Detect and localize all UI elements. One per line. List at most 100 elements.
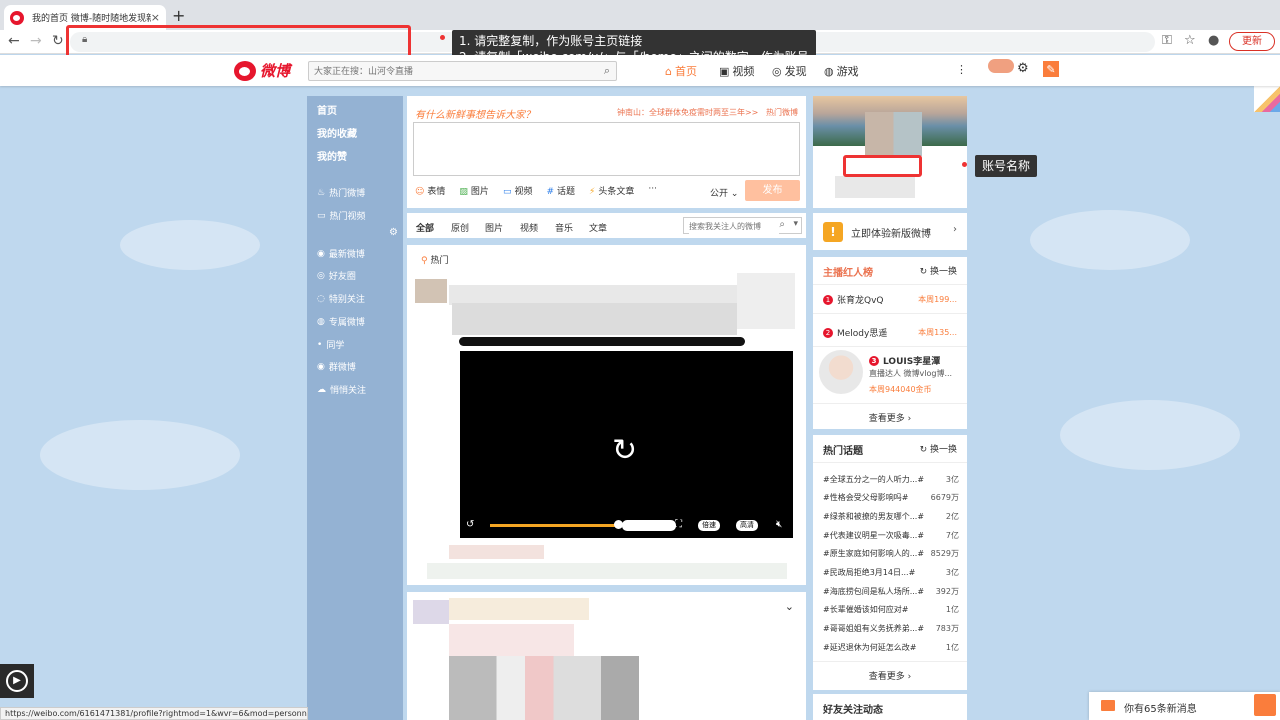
refresh-icon: ↻	[919, 445, 928, 455]
back-arrow-icon[interactable]: ←	[8, 33, 20, 49]
emoji-tool[interactable]: ☺ 表情	[415, 184, 445, 197]
weibo-search-input[interactable]	[314, 64, 584, 78]
article-tool[interactable]: ⚡ 头条文章	[589, 184, 634, 197]
publish-button[interactable]: 发布	[745, 180, 800, 201]
forward-arrow-icon[interactable]: →	[30, 33, 42, 49]
visibility-dropdown[interactable]: 公开 ⌄	[710, 186, 738, 199]
topics-more-link[interactable]: 查看更多 ›	[813, 669, 967, 682]
skin-corner-icon[interactable]	[1254, 86, 1280, 112]
new-messages-popup[interactable]: 你有65条新消息	[1089, 692, 1280, 720]
tab-videos[interactable]: 视频	[520, 221, 538, 234]
publisher-slogan: 有什么新鲜事想告诉大家？	[415, 110, 535, 121]
nav-game[interactable]: ◍ 游戏	[824, 63, 859, 79]
search-icon[interactable]: ⌕	[779, 219, 785, 230]
feed-search[interactable]: ⌕ ▾	[683, 217, 802, 234]
image-tool[interactable]: ▨ 图片	[459, 184, 489, 197]
feed-post: ⚲ 热门 ↻ ↺ ⛶ 倍速 高清 🔇︎	[407, 245, 806, 585]
compose-icon[interactable]: ✎	[1043, 61, 1059, 77]
anchor-more-link[interactable]: 查看更多 ›	[813, 411, 967, 424]
anchor-row[interactable]: 2 Melody思遥 本周135...	[823, 326, 957, 339]
sidebar-item-hot-weibo[interactable]: ♨ 热门微博	[317, 186, 365, 200]
chevron-down-icon[interactable]: ⌄	[785, 600, 794, 613]
topic-row[interactable]: #长辈催婚该如何应对# 1亿	[823, 604, 959, 615]
topic-count: 6679万	[930, 493, 959, 502]
video-tool[interactable]: ▭ 视频	[503, 184, 533, 197]
search-icon[interactable]: ⌕	[604, 64, 610, 78]
fullscreen-icon[interactable]: ⛶	[675, 519, 682, 530]
tab-images[interactable]: 图片	[485, 221, 503, 234]
new-version-card[interactable]: ! 立即体验新版微博 ›	[813, 213, 967, 250]
anchor-avatar[interactable]	[819, 350, 863, 394]
replay-small-icon[interactable]: ↺	[466, 519, 474, 530]
hot-tip-link[interactable]: 钟南山：全球群体免疫需时两至三年>>	[617, 108, 758, 117]
topics-refresh-button[interactable]: ↻ 换一换	[920, 442, 957, 455]
topic-row[interactable]: #原生家庭如何影响人的...# 8529万	[823, 548, 959, 559]
more-dots-icon[interactable]: ⋮	[956, 63, 967, 76]
sidebar-item-classmates[interactable]: • 同学	[317, 338, 344, 352]
video-label: 视频	[514, 187, 533, 197]
anchor-refresh-button[interactable]: ↻ 换一换	[920, 264, 957, 277]
replay-icon[interactable]: ↻	[612, 433, 637, 468]
tab-close-icon[interactable]: ×	[151, 11, 160, 24]
feed-search-input[interactable]	[689, 219, 779, 234]
sidebar-item-groups[interactable]: ◉ 群微博	[317, 360, 356, 374]
settings-gear-icon[interactable]: ⚙	[389, 227, 398, 238]
topic-row[interactable]: #哥哥姐姐有义务抚养弟...# 783万	[823, 623, 959, 634]
weibo-logo[interactable]: 微博	[234, 60, 290, 81]
nav-discover[interactable]: ◎ 发现	[772, 63, 807, 79]
more-tools[interactable]: ···	[648, 184, 657, 197]
weibo-search-box[interactable]: ⌕	[308, 61, 617, 81]
browser-update-button[interactable]: 更新	[1229, 32, 1275, 51]
publisher-textarea[interactable]	[413, 122, 800, 176]
sidebar-item-exclusive[interactable]: ◍ 专属微博	[317, 315, 365, 329]
profile-avatar-blur[interactable]	[865, 112, 922, 156]
chat-icon[interactable]	[1254, 694, 1276, 716]
tab-original[interactable]: 原创	[451, 221, 469, 234]
nav-home[interactable]: ⌂ 首页	[665, 63, 697, 79]
tab-articles[interactable]: 文章	[589, 221, 607, 234]
sidebar-item-label: 最新微博	[328, 250, 365, 260]
sidebar-item-home[interactable]: 首页	[317, 102, 337, 117]
topic-row[interactable]: #性格会受父母影响吗# 6679万	[823, 492, 959, 503]
user-avatar-icon[interactable]	[988, 59, 1014, 73]
topic-row[interactable]: #延迟退休为何延怎么改# 1亿	[823, 642, 959, 653]
sidebar-item-likes[interactable]: 我的赞	[317, 148, 347, 163]
key-icon[interactable]: ⚿	[1162, 33, 1172, 48]
floating-player[interactable]: ▶	[0, 664, 34, 698]
hot-topics-card: 热门话题 ↻ 换一换 #全球五分之一的人听力...# 3亿 #性格会受父母影响吗#…	[813, 435, 967, 690]
tab-music[interactable]: 音乐	[555, 221, 573, 234]
sidebar-item-special[interactable]: ◌ 特别关注	[317, 292, 365, 306]
nav-video[interactable]: ▣ 视频	[719, 63, 754, 79]
anchor-row[interactable]: 1 张育龙QvQ 本周199...	[823, 293, 957, 306]
sidebar-item-latest[interactable]: ◉ 最新微博	[317, 247, 365, 261]
refresh-label: 换一换	[929, 267, 957, 277]
mute-icon[interactable]: 🔇︎	[776, 519, 782, 530]
profile-card	[813, 96, 967, 208]
sidebar-item-secret[interactable]: ☁ 悄悄关注	[317, 383, 366, 397]
topic-row[interactable]: #绿茶和被撩的男友哪个...# 2亿	[823, 511, 959, 522]
quality-button[interactable]: 高清	[736, 520, 758, 531]
profile-avatar-icon[interactable]: ●	[1208, 33, 1219, 48]
topic-row[interactable]: #民政局拒绝3月14日...# 3亿	[823, 567, 959, 578]
topic-row[interactable]: #海底捞包间是私人场所...# 392万	[823, 586, 959, 597]
bookmark-star-icon[interactable]: ☆	[1184, 33, 1196, 48]
new-tab-icon[interactable]: +	[172, 6, 185, 25]
topic-tool[interactable]: # 话题	[546, 184, 575, 197]
refresh-label: 换一换	[929, 445, 957, 455]
url-highlight-box	[66, 25, 411, 59]
video-progress-bar[interactable]	[490, 524, 620, 527]
reload-icon[interactable]: ↻	[52, 33, 64, 49]
anchor-ranking-card: 主播红人榜 ↻ 换一换 1 张育龙QvQ 本周199... 2 Melody思遥…	[813, 257, 967, 429]
sidebar-item-favorites[interactable]: 我的收藏	[317, 125, 357, 140]
sidebar-item-friends[interactable]: ◎ 好友圈	[317, 269, 356, 283]
settings-gear-icon[interactable]: ⚙	[1017, 61, 1029, 76]
topic-row[interactable]: #代表建议明星一次吸毒...# 7亿	[823, 530, 959, 541]
anchor-featured-name[interactable]: 3 LOUIS李星潭	[869, 354, 940, 367]
sidebar-item-hot-video[interactable]: ▭ 热门视频	[317, 209, 366, 223]
chevron-down-icon[interactable]: ▾	[793, 219, 798, 229]
hot-weibo-link[interactable]: 热门微博	[766, 108, 798, 117]
speed-button[interactable]: 倍速	[698, 520, 720, 531]
topic-row[interactable]: #全球五分之一的人听力...# 3亿	[823, 474, 959, 485]
tab-all[interactable]: 全部	[416, 221, 434, 234]
video-player[interactable]: ↻ ↺ ⛶ 倍速 高清 🔇︎	[460, 351, 793, 538]
